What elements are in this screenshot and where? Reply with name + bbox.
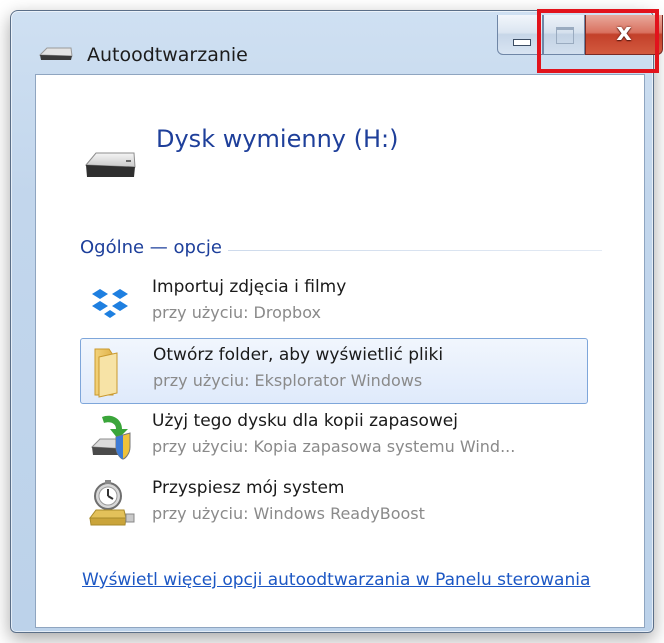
removable-drive-icon <box>84 152 136 177</box>
drive-icon <box>38 47 73 60</box>
option-title: Otwórz folder, aby wyświetlić pliki <box>153 345 444 365</box>
option-subtitle: przy użyciu: Eksplorator Windows <box>153 371 423 390</box>
option-title: Użyj tego dysku dla kopii zapasowej <box>152 411 458 431</box>
device-name: Dysk wymienny (H:) <box>156 125 399 153</box>
more-options-link[interactable]: Wyświetl więcej opcji autoodtwarzania w … <box>82 567 602 593</box>
option-subtitle: przy użyciu: Windows ReadyBoost <box>152 504 425 523</box>
option-subtitle: przy użyciu: Dropbox <box>152 303 321 322</box>
content-panel: Dysk wymienny (H:) Ogólne — opcje Import… <box>35 74 645 628</box>
section-header: Ogólne — opcje <box>80 237 228 258</box>
option-speed-up-system[interactable]: Przyspiesz mój system przy użyciu: Windo… <box>80 472 588 538</box>
option-import-photos[interactable]: Importuj zdjęcia i filmy przy użyciu: Dr… <box>80 271 588 337</box>
option-subtitle: przy użyciu: Kopia zapasowa systemu Wind… <box>152 437 516 456</box>
backup-icon <box>90 415 131 460</box>
minimize-icon <box>513 39 531 46</box>
option-use-for-backup[interactable]: Użyj tego dysku dla kopii zapasowej przy… <box>80 405 588 471</box>
close-button-highlight <box>537 9 659 73</box>
autoplay-window: Autoodtwarzanie x Dysk wymienny (H:) Ogó… <box>10 10 663 633</box>
window-title: Autoodtwarzanie <box>87 44 248 66</box>
readyboost-icon <box>89 480 135 526</box>
option-title: Importuj zdjęcia i filmy <box>152 277 347 297</box>
dropbox-icon <box>92 289 128 318</box>
option-open-folder[interactable]: Otwórz folder, aby wyświetlić pliki przy… <box>80 338 588 404</box>
folder-icon <box>94 348 118 398</box>
option-title: Przyspiesz mój system <box>152 478 345 498</box>
